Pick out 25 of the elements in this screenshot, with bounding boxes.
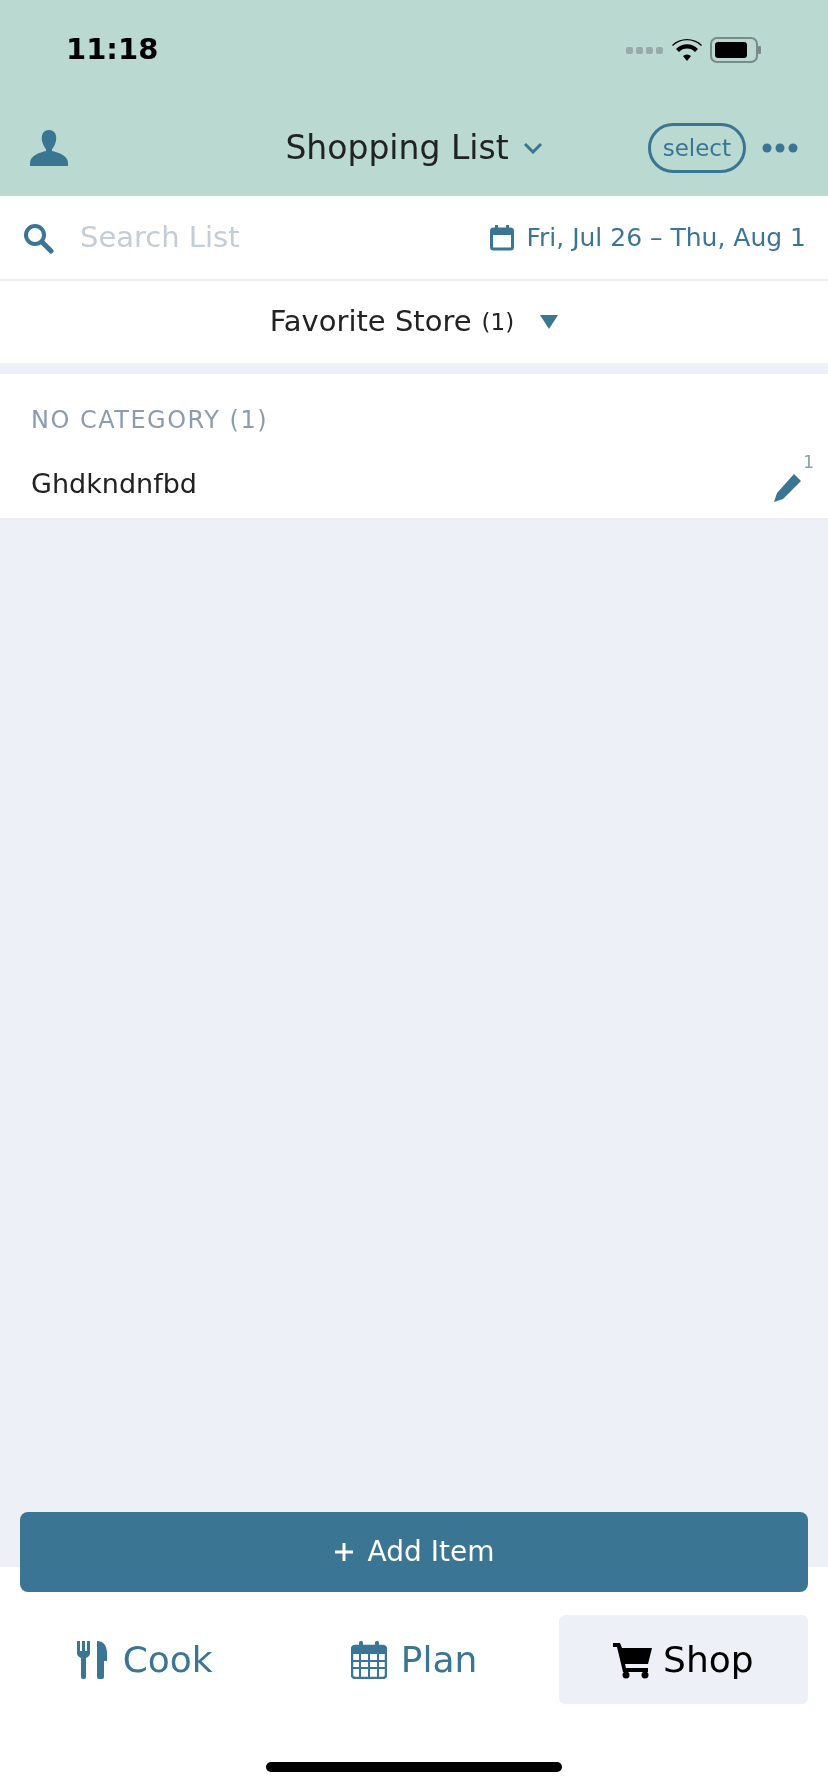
quantity: 1 <box>803 451 814 474</box>
tab[interactable]: Shop <box>558 1615 808 1704</box>
chevron-down-icon <box>522 142 543 154</box>
cart-icon <box>613 1640 654 1679</box>
status-time: 11:18 <box>66 31 159 69</box>
select-button[interactable]: select <box>647 123 746 173</box>
calendar-icon <box>490 224 515 251</box>
battery-icon <box>710 37 762 63</box>
calendar-icon <box>350 1640 387 1679</box>
date-range-button[interactable]: Fri, Jul 26 – Thu, Aug 1 <box>490 218 806 257</box>
triangle-down-icon <box>540 315 559 329</box>
wifi-icon <box>672 39 702 61</box>
pencil-icon[interactable] <box>772 473 802 503</box>
title-dropdown[interactable]: Shopping List <box>285 123 543 173</box>
category-header: NO CATEGORY (1) <box>30 405 270 436</box>
person-icon[interactable] <box>30 130 68 166</box>
item-name[interactable]: Ghdkndnfbd <box>31 463 772 505</box>
plus-icon <box>333 1542 354 1562</box>
store-dropdown[interactable]: Favorite Store (1) <box>269 300 559 344</box>
search-field[interactable]: Search List <box>80 215 380 260</box>
search-icon <box>22 221 54 254</box>
fork-knife-icon <box>76 1640 109 1679</box>
signal-icon <box>626 45 664 55</box>
add-item-button[interactable]: Add Item <box>20 1512 808 1592</box>
more-icon[interactable] <box>762 143 798 153</box>
